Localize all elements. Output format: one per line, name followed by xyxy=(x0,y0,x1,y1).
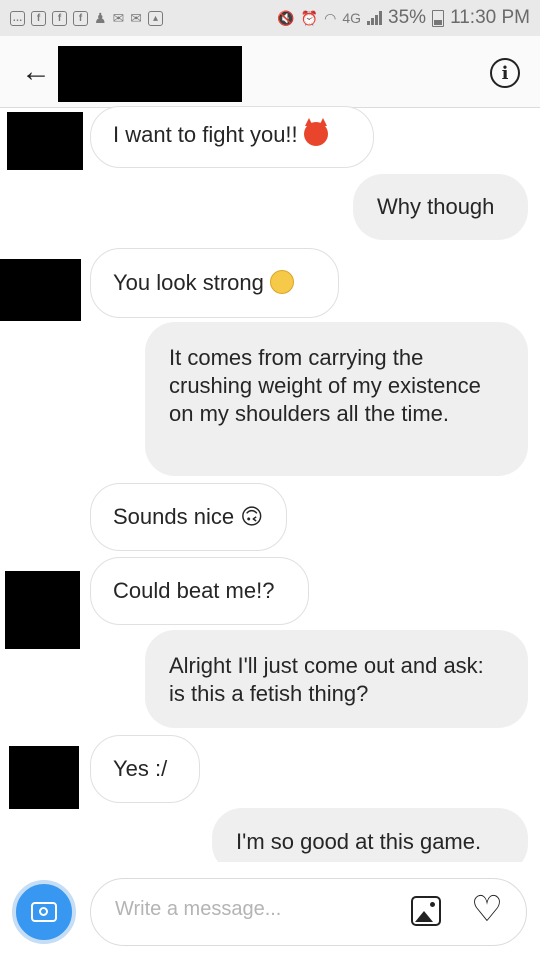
alarm-icon: ⏰ xyxy=(300,9,319,26)
message-bubble-incoming[interactable]: Yes :/ xyxy=(90,735,200,803)
battery-percent: 35% xyxy=(388,7,427,28)
message-bubble-incoming[interactable]: Sounds nice 🙃 xyxy=(90,483,287,551)
mail-icon: ✉ xyxy=(130,9,143,26)
message-text: Yes :/ xyxy=(113,756,168,781)
flushed-face-emoji xyxy=(269,270,294,294)
message-field[interactable]: ♡ xyxy=(90,878,527,946)
camera-button[interactable] xyxy=(12,880,76,944)
notification-icons: … f f f ♟ ✉ ✉ ▴ xyxy=(10,9,164,27)
avatar[interactable] xyxy=(9,746,79,809)
message-text: Alright I'll just come out and ask: is t… xyxy=(169,653,484,706)
message-bubble-incoming[interactable]: Could beat me!? xyxy=(90,557,309,625)
heart-icon[interactable]: ♡ xyxy=(467,889,507,929)
message-text: I want to fight you!! xyxy=(113,122,298,147)
message-text: It comes from carrying the crushing weig… xyxy=(169,345,481,426)
wifi-icon: ◠ xyxy=(324,9,337,26)
network-type-label: 4G xyxy=(342,10,362,26)
clock: 11:30 PM xyxy=(450,7,530,28)
info-button[interactable]: i xyxy=(490,58,520,88)
signal-icon xyxy=(367,11,383,25)
avatar[interactable] xyxy=(5,571,80,649)
message-bubble-incoming[interactable]: I want to fight you!! xyxy=(90,106,374,168)
message-bubble-outgoing[interactable]: It comes from carrying the crushing weig… xyxy=(145,322,528,476)
mail-icon: ✉ xyxy=(112,9,125,26)
status-bar: … f f f ♟ ✉ ✉ ▴ 🔇 ⏰ ◠ 4G 35% 11:30 PM xyxy=(0,0,540,36)
message-text: You look strong xyxy=(113,270,264,295)
message-text: I'm so good at this game. xyxy=(236,829,482,854)
conversation-header: ← i xyxy=(0,36,540,108)
facebook-icon: f xyxy=(31,10,46,26)
snapchat-icon: ♟ xyxy=(94,9,107,26)
info-icon: i xyxy=(501,62,509,84)
message-text: Could beat me!? xyxy=(113,578,275,603)
message-bubble-incoming[interactable]: You look strong xyxy=(90,248,339,318)
message-bubble-outgoing[interactable]: Alright I'll just come out and ask: is t… xyxy=(145,630,528,728)
image-icon: ▴ xyxy=(148,10,164,26)
facebook-icon: f xyxy=(73,10,88,26)
chat-icon: … xyxy=(10,10,25,26)
camera-icon xyxy=(31,902,57,922)
system-icons: 🔇 ⏰ ◠ 4G 35% 11:30 PM xyxy=(277,7,530,29)
back-button[interactable]: ← xyxy=(20,56,52,88)
mute-icon: 🔇 xyxy=(277,9,295,26)
message-input[interactable] xyxy=(113,897,397,922)
facebook-icon: f xyxy=(52,10,67,26)
avatar[interactable] xyxy=(0,259,81,321)
message-bubble-outgoing[interactable]: Why though xyxy=(353,174,528,240)
message-text: Sounds nice 🙃 xyxy=(113,504,264,529)
arrow-left-icon: ← xyxy=(21,55,51,88)
redacted-username[interactable] xyxy=(58,46,242,102)
battery-icon xyxy=(432,9,445,27)
avatar[interactable] xyxy=(7,112,83,170)
message-composer: ♡ xyxy=(0,862,540,960)
message-text: Why though xyxy=(377,194,495,219)
gallery-button[interactable] xyxy=(411,896,441,926)
angry-devil-emoji xyxy=(303,118,328,146)
